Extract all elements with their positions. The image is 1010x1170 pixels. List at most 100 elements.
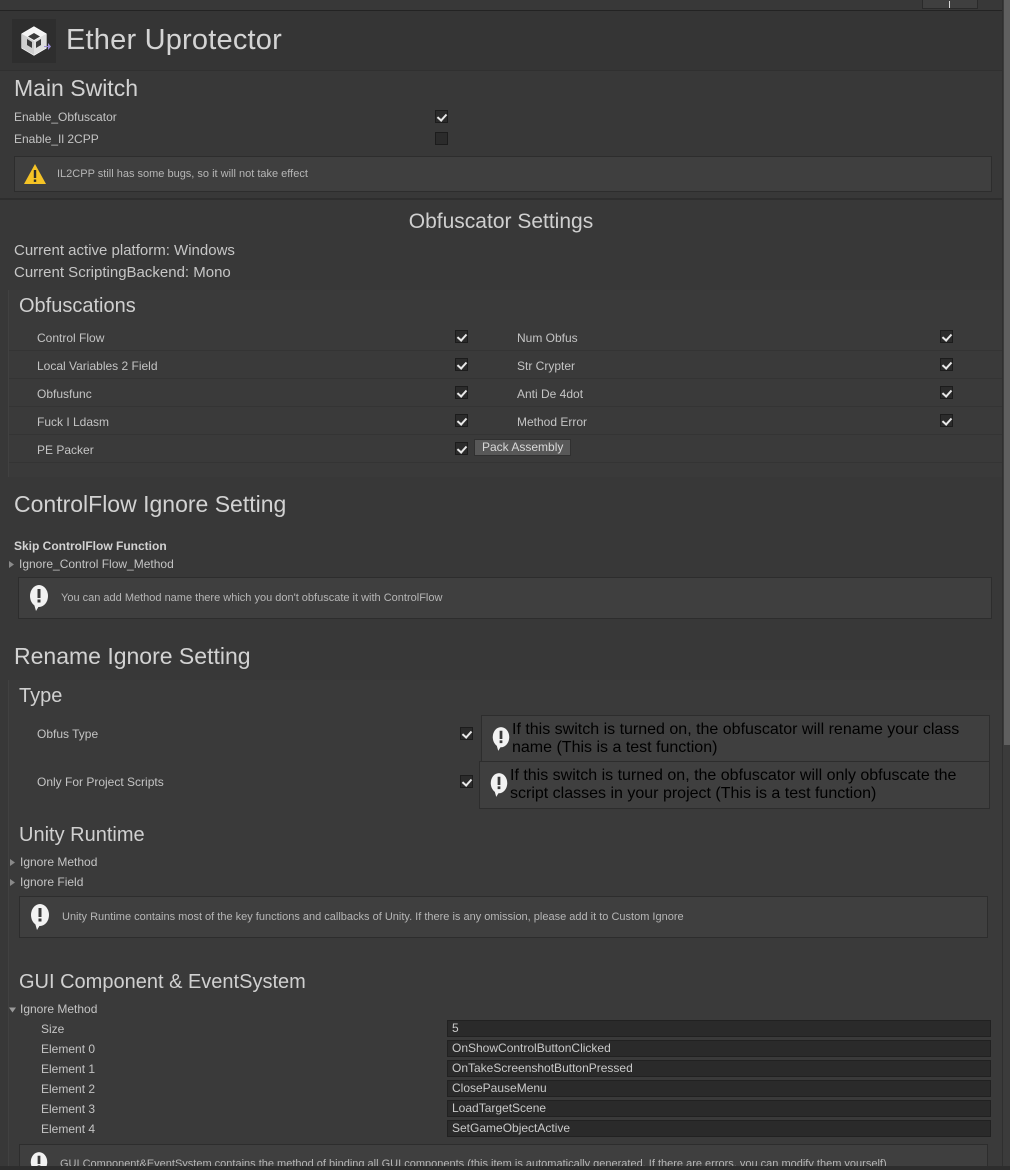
info-exclamation-icon — [490, 773, 508, 797]
enable-obfuscator-checkbox[interactable] — [435, 110, 448, 123]
obfus-type-row: Obfus Type If this switch is turned on, … — [9, 713, 1002, 763]
only-for-project-scripts-checkbox[interactable] — [460, 775, 473, 788]
obfuscation-row: Fuck I Ldasm Method Error — [9, 407, 1002, 435]
array-element-row: Element 1 OnTakeScreenshotButtonPressed — [9, 1059, 1002, 1079]
obfuscation-row: Local Variables 2 Field Str Crypter — [9, 351, 1002, 379]
gui-component-heading: GUI Component & EventSystem — [19, 971, 306, 993]
row-enable-obfuscator[interactable]: Enable_Obfuscator — [0, 106, 1002, 128]
obfuscation-label-control-flow: Control Flow — [37, 331, 105, 345]
array-element-row: Element 4 SetGameObjectActive — [9, 1119, 1002, 1139]
local-variables-2-field-checkbox[interactable] — [455, 358, 468, 371]
unity-cube-icon — [12, 18, 56, 63]
obfuscation-row: Obfusfunc Anti De 4dot — [9, 379, 1002, 407]
foldout-label: Ignore Method — [20, 1002, 98, 1016]
controlflow-info-box: You can add Method name there which you … — [18, 577, 992, 619]
unity-inspector-window: Ether Uprotector Main Switch Enable_Obfu… — [0, 0, 1010, 1170]
main-switch-heading: Main Switch — [14, 75, 138, 101]
info-exclamation-icon — [31, 904, 49, 930]
top-mini-field[interactable] — [922, 0, 978, 9]
info-text: If this switch is turned on, the obfusca… — [510, 767, 957, 802]
obfuscator-settings-section: Obfuscator Settings Current active platf… — [0, 200, 1002, 477]
vertical-scrollbar[interactable] — [1002, 0, 1010, 1170]
element-input[interactable]: ClosePauseMenu — [447, 1080, 991, 1097]
obfusfunc-checkbox[interactable] — [455, 386, 468, 399]
foldout-gui-ignore-method[interactable]: Ignore Method — [1, 999, 1002, 1019]
array-element-row: Element 0 OnShowControlButtonClicked — [9, 1039, 1002, 1059]
num-obfus-checkbox[interactable] — [940, 330, 953, 343]
type-heading: Type — [19, 685, 63, 707]
obfuscations-panel: Obfuscations Control Flow Num Obfus Loca… — [8, 290, 1002, 477]
info-exclamation-icon — [492, 727, 510, 751]
element-input[interactable]: OnTakeScreenshotButtonPressed — [447, 1060, 991, 1077]
obfuscations-heading: Obfuscations — [19, 295, 136, 317]
chevron-right-icon — [10, 858, 15, 866]
obfus-type-checkbox[interactable] — [460, 727, 473, 740]
controlflow-ignore-heading: ControlFlow Ignore Setting — [14, 491, 287, 517]
anti-de-4dot-checkbox[interactable] — [940, 386, 953, 399]
window-bottom-edge — [0, 1166, 1010, 1170]
obfus-type-label: Obfus Type — [37, 727, 99, 741]
foldout-unity-runtime-ignore-field[interactable]: Ignore Field — [1, 872, 1002, 892]
only-for-project-scripts-label: Only For Project Scripts — [37, 775, 164, 789]
array-size-row: Size 5 — [9, 1019, 1002, 1039]
pack-assembly-button[interactable]: Pack Assembly — [474, 439, 572, 456]
obfuscation-row: Control Flow Num Obfus — [9, 323, 1002, 351]
row-label: Enable_Obfuscator — [14, 110, 117, 124]
row-enable-il2cpp[interactable]: Enable_Il 2CPP — [0, 128, 1002, 150]
control-flow-checkbox[interactable] — [455, 330, 468, 343]
chevron-down-icon — [9, 1007, 16, 1012]
page-title: Ether Uprotector — [66, 24, 282, 56]
rename-ignore-heading: Rename Ignore Setting — [14, 643, 251, 669]
pe-packer-row: PE Packer Pack Assembly — [9, 435, 1002, 463]
chevron-right-icon — [9, 560, 14, 568]
text-caret — [949, 1, 950, 8]
element-label: Element 2 — [41, 1082, 96, 1096]
enable-il2cpp-checkbox[interactable] — [435, 132, 448, 145]
unity-runtime-heading: Unity Runtime — [19, 824, 145, 846]
obfuscator-settings-title: Obfuscator Settings — [408, 210, 594, 233]
foldout-ignore-control-flow-method[interactable]: Ignore_Control Flow_Method — [0, 554, 1002, 574]
controlflow-ignore-section: ControlFlow Ignore Setting Skip ControlF… — [0, 487, 1002, 619]
obfus-type-info-box: If this switch is turned on, the obfusca… — [481, 715, 990, 763]
current-platform-line: Current active platform: Windows — [14, 242, 235, 259]
current-backend-line: Current ScriptingBackend: Mono — [14, 264, 231, 281]
foldout-label: Ignore_Control Flow_Method — [19, 557, 174, 571]
il2cpp-warning-box: IL2CPP still has some bugs, so it will n… — [14, 156, 992, 192]
foldout-unity-runtime-ignore-method[interactable]: Ignore Method — [1, 852, 1002, 872]
warning-text: IL2CPP still has some bugs, so it will n… — [57, 168, 308, 180]
element-input[interactable]: OnShowControlButtonClicked — [447, 1040, 991, 1057]
obfuscation-label-anti-de-4dot: Anti De 4dot — [517, 387, 584, 401]
info-text: You can add Method name there which you … — [61, 592, 443, 604]
only-for-project-scripts-info-box: If this switch is turned on, the obfusca… — [479, 761, 990, 809]
row-label: Enable_Il 2CPP — [14, 132, 99, 146]
scrollbar-thumb[interactable] — [1004, 0, 1010, 745]
top-strip — [0, 0, 1002, 11]
method-error-checkbox[interactable] — [940, 414, 953, 427]
obfuscation-label-str-crypter: Str Crypter — [517, 359, 576, 373]
info-text: Unity Runtime contains most of the key f… — [62, 911, 684, 923]
info-text: If this switch is turned on, the obfusca… — [512, 721, 960, 756]
rename-ignore-section: Rename Ignore Setting Type Obfus Type If… — [0, 639, 1002, 1170]
size-label: Size — [41, 1022, 65, 1036]
fuck-i-ldasm-checkbox[interactable] — [455, 414, 468, 427]
pe-packer-checkbox[interactable] — [455, 442, 468, 455]
inspector-scroll-area: Ether Uprotector Main Switch Enable_Obfu… — [0, 11, 1002, 1170]
chevron-right-icon — [10, 878, 15, 886]
foldout-label: Ignore Method — [20, 855, 98, 869]
main-switch-section: Main Switch Enable_Obfuscator Enable_Il … — [0, 71, 1002, 192]
element-input[interactable]: SetGameObjectActive — [447, 1120, 991, 1137]
foldout-label: Ignore Field — [20, 875, 84, 889]
only-for-project-scripts-row: Only For Project Scripts If this switch … — [9, 761, 1002, 811]
size-input[interactable]: 5 — [447, 1020, 991, 1037]
warning-triangle-icon — [24, 164, 46, 184]
obfuscation-label-num-obfus: Num Obfus — [517, 331, 578, 345]
element-label: Element 4 — [41, 1122, 96, 1136]
element-label: Element 1 — [41, 1062, 96, 1076]
obfuscation-label-method-error: Method Error — [517, 415, 588, 429]
obfuscation-label-obfusfunc: Obfusfunc — [37, 387, 92, 401]
str-crypter-checkbox[interactable] — [940, 358, 953, 371]
info-exclamation-icon — [30, 585, 48, 611]
unity-runtime-info-box: Unity Runtime contains most of the key f… — [19, 896, 988, 938]
element-input[interactable]: LoadTargetScene — [447, 1100, 991, 1117]
element-label: Element 0 — [41, 1042, 96, 1056]
